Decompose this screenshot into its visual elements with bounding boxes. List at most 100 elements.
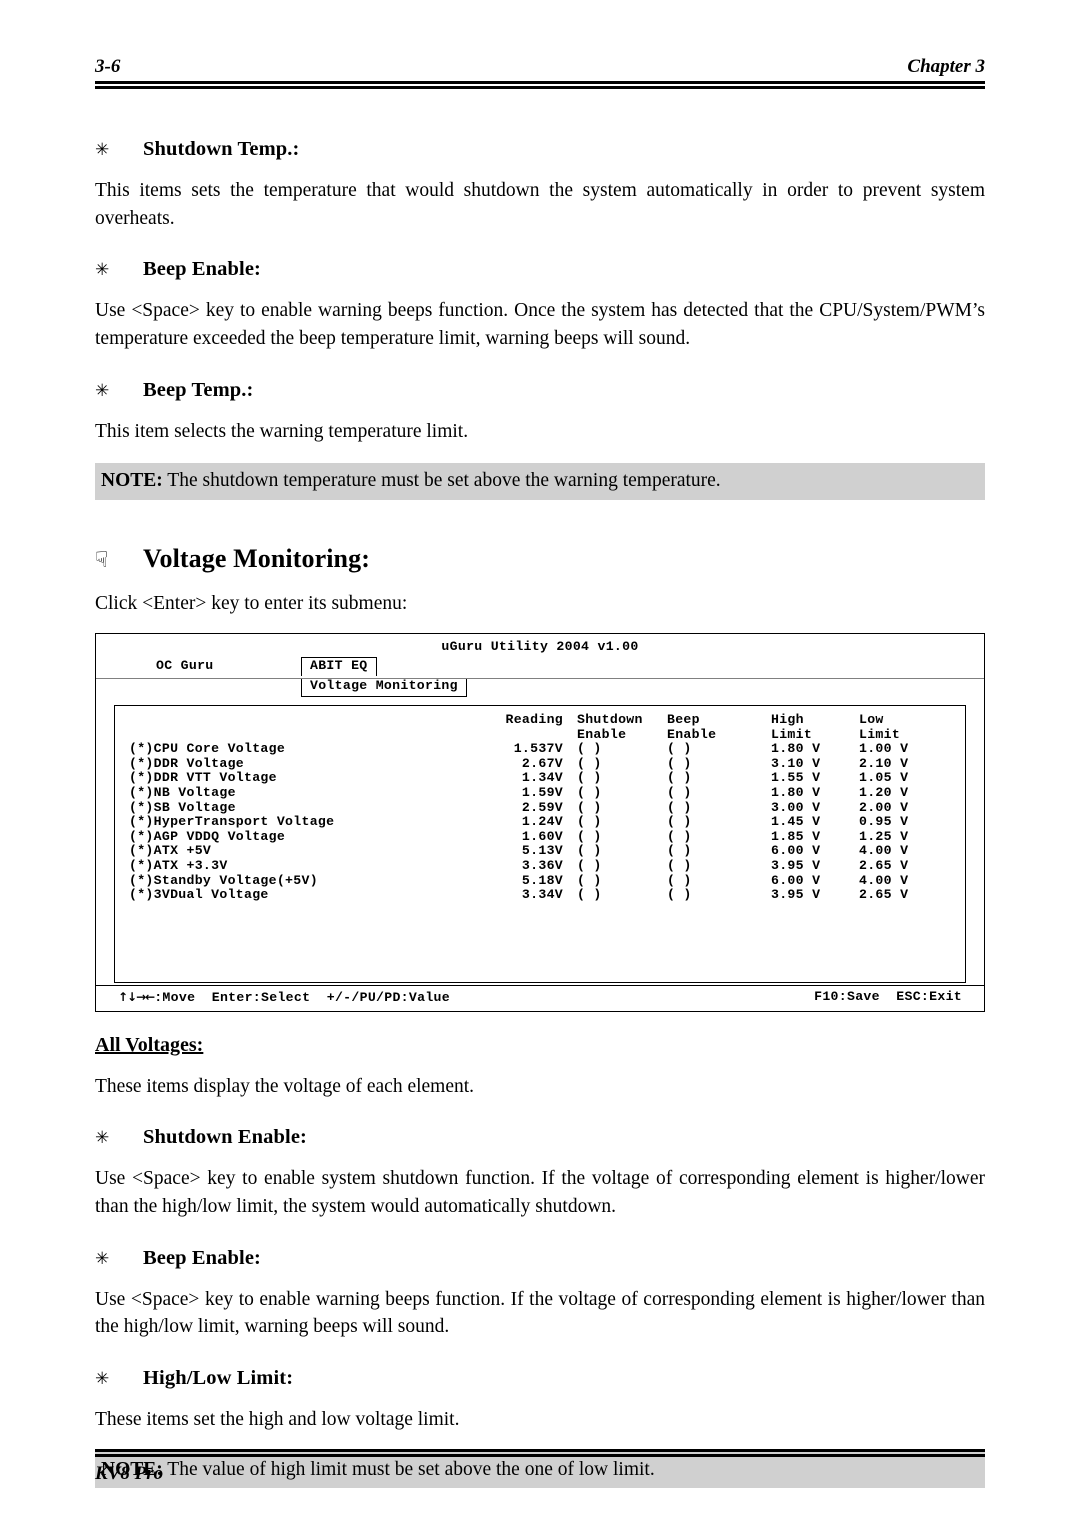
status-save: F10:Save [814, 988, 880, 1004]
row-high-limit[interactable]: 1.55 V [771, 771, 859, 786]
row-low-limit[interactable]: 2.10 V [859, 756, 947, 772]
row-high-limit[interactable]: 6.00 V [771, 844, 859, 859]
row-high-limit[interactable]: 3.00 V [771, 800, 859, 816]
table-row[interactable]: (*)DDR Voltage 2.67V ( ) ( ) 3.10 V 2.10… [115, 755, 965, 772]
heading-label: Shutdown Enable: [143, 1126, 307, 1149]
row-high-limit[interactable]: 6.00 V [771, 873, 859, 889]
footer-rule [95, 1449, 985, 1457]
table-row[interactable]: (*)SB Voltage 2.59V ( ) ( ) 3.00 V 2.00 … [115, 799, 965, 816]
row-beep-checkbox[interactable]: ( ) [667, 858, 771, 874]
status-left: ↑↓→←:Move Enter:Select +/-/PU/PD:Value [118, 990, 450, 1006]
heading-beep-enable-1: ✳ Beep Enable: [95, 258, 985, 281]
table-row[interactable]: (*)DDR VTT Voltage 1.34V ( ) ( ) 1.55 V … [115, 771, 965, 786]
row-label: (*)NB Voltage [129, 784, 236, 800]
paragraph-all-voltages: These items display the voltage of each … [95, 1075, 475, 1097]
row-label: (*)Standby Voltage(+5V) [129, 872, 318, 888]
row-shutdown-checkbox[interactable]: ( ) [563, 873, 667, 889]
row-reading: 3.36V [521, 857, 563, 873]
row-label: (*)SB Voltage [129, 799, 236, 815]
heading-beep-enable-2: ✳ Beep Enable: [95, 1247, 985, 1270]
row-high-limit[interactable]: 1.45 V [771, 815, 859, 830]
row-reading: 5.18V [521, 872, 563, 888]
row-shutdown-checkbox[interactable]: ( ) [563, 829, 667, 845]
paragraph-voltage-monitoring: Click <Enter> key to enter its submenu: [95, 592, 408, 614]
bios-status-bar: ↑↓→←:Move Enter:Select +/-/PU/PD:Value F… [96, 984, 984, 1011]
row-shutdown-checkbox[interactable]: ( ) [563, 785, 667, 801]
row-reading: 1.60V [521, 828, 563, 844]
row-high-limit[interactable]: 1.80 V [771, 785, 859, 801]
heading-label: High/Low Limit: [143, 1367, 294, 1389]
table-row[interactable]: (*)CPU Core Voltage 1.537V ( ) ( ) 1.80 … [115, 742, 965, 757]
row-shutdown-checkbox[interactable]: ( ) [563, 742, 667, 757]
paragraph-shutdown-temp: This items sets the temperature that wou… [95, 180, 985, 229]
row-shutdown-checkbox[interactable]: ( ) [563, 815, 667, 830]
status-select: Enter:Select [211, 989, 311, 1005]
status-exit: ESC:Exit [896, 988, 962, 1004]
heading-label: Voltage Monitoring: [143, 543, 370, 573]
row-low-limit[interactable]: 4.00 V [859, 844, 947, 859]
page-number: 3-6 [95, 56, 121, 77]
row-shutdown-checkbox[interactable]: ( ) [563, 756, 667, 772]
asterisk-bullet-icon: ✳ [95, 1369, 110, 1389]
asterisk-bullet-icon: ✳ [95, 380, 110, 401]
row-shutdown-checkbox[interactable]: ( ) [563, 887, 667, 903]
tab-abit-eq[interactable]: ABIT EQ [301, 656, 377, 676]
row-label: (*)HyperTransport Voltage [129, 814, 335, 830]
heading-high-low-limit: ✳ High/Low Limit: [95, 1367, 985, 1390]
row-shutdown-checkbox[interactable]: ( ) [563, 771, 667, 786]
table-row[interactable]: (*)Standby Voltage(+5V) 5.18V ( ) ( ) 6.… [115, 872, 965, 889]
table-row[interactable]: (*)ATX +5V 5.13V ( ) ( ) 6.00 V 4.00 V [115, 844, 965, 859]
row-beep-checkbox[interactable]: ( ) [667, 742, 771, 757]
row-beep-checkbox[interactable]: ( ) [667, 829, 771, 845]
row-reading: 2.67V [521, 755, 563, 771]
row-high-limit[interactable]: 1.85 V [771, 829, 859, 845]
row-low-limit[interactable]: 2.65 V [859, 887, 947, 903]
heading-voltage-monitoring: ☟ Voltage Monitoring: [95, 544, 985, 574]
row-beep-checkbox[interactable]: ( ) [667, 785, 771, 801]
row-low-limit[interactable]: 1.25 V [859, 829, 947, 845]
row-beep-checkbox[interactable]: ( ) [667, 756, 771, 772]
row-beep-checkbox[interactable]: ( ) [667, 815, 771, 830]
row-low-limit[interactable]: 4.00 V [859, 873, 947, 889]
paragraph-high-low-limit: These items set the high and low voltage… [95, 1409, 460, 1430]
asterisk-bullet-icon: ✳ [95, 1248, 110, 1269]
col-high-limit: Limit [771, 726, 813, 742]
header-row: 3-6 Chapter 3 [95, 56, 985, 78]
bios-tab-row: OC Guru ABIT EQ [96, 656, 984, 678]
row-label: (*)ATX +5V [129, 843, 212, 859]
row-high-limit[interactable]: 1.80 V [771, 742, 859, 757]
table-row[interactable]: (*)ATX +3.3V 3.36V ( ) ( ) 3.95 V 2.65 V [115, 857, 965, 874]
row-shutdown-checkbox[interactable]: ( ) [563, 800, 667, 816]
row-beep-checkbox[interactable]: ( ) [667, 800, 771, 816]
row-beep-checkbox[interactable]: ( ) [667, 887, 771, 903]
table-header-row-2: Enable Enable Limit Limit [115, 726, 965, 743]
row-low-limit[interactable]: 1.05 V [859, 771, 947, 786]
table-row[interactable]: (*)AGP VDDQ Voltage 1.60V ( ) ( ) 1.85 V… [115, 828, 965, 845]
row-low-limit[interactable]: 0.95 V [859, 815, 947, 830]
row-high-limit[interactable]: 3.95 V [771, 887, 859, 903]
row-high-limit[interactable]: 3.95 V [771, 858, 859, 874]
row-beep-checkbox[interactable]: ( ) [667, 844, 771, 859]
row-high-limit[interactable]: 3.10 V [771, 756, 859, 772]
row-beep-checkbox[interactable]: ( ) [667, 771, 771, 786]
bios-subtab-row: Voltage Monitoring [96, 677, 984, 699]
row-low-limit[interactable]: 2.00 V [859, 800, 947, 816]
row-beep-checkbox[interactable]: ( ) [667, 873, 771, 889]
status-value: +/-/PU/PD:Value [326, 989, 450, 1005]
paragraph-beep-enable-1: Use <Space> key to enable warning beeps … [95, 300, 985, 350]
row-shutdown-checkbox[interactable]: ( ) [563, 858, 667, 874]
table-row[interactable]: (*)NB Voltage 1.59V ( ) ( ) 1.80 V 1.20 … [115, 784, 965, 801]
heading-all-voltages: All Voltages: [95, 1033, 204, 1056]
document-page: 3-6 Chapter 3 ✳ Shutdown Temp.: This ite… [0, 0, 1080, 1529]
row-low-limit[interactable]: 1.00 V [859, 742, 947, 757]
row-low-limit[interactable]: 1.20 V [859, 785, 947, 801]
pointing-hand-icon: ☟ [95, 547, 109, 573]
row-label: (*)ATX +3.3V [129, 857, 228, 873]
tab-oc-guru[interactable]: OC Guru [156, 658, 214, 674]
subtab-voltage-monitoring[interactable]: Voltage Monitoring [301, 677, 467, 697]
table-row[interactable]: (*)HyperTransport Voltage 1.24V ( ) ( ) … [115, 815, 965, 830]
row-low-limit[interactable]: 2.65 V [859, 858, 947, 874]
bios-content-area: Reading Shutdown Beep High Low Enable En… [114, 704, 966, 983]
table-row[interactable]: (*)3VDual Voltage 3.34V ( ) ( ) 3.95 V 2… [115, 887, 965, 903]
row-shutdown-checkbox[interactable]: ( ) [563, 844, 667, 859]
